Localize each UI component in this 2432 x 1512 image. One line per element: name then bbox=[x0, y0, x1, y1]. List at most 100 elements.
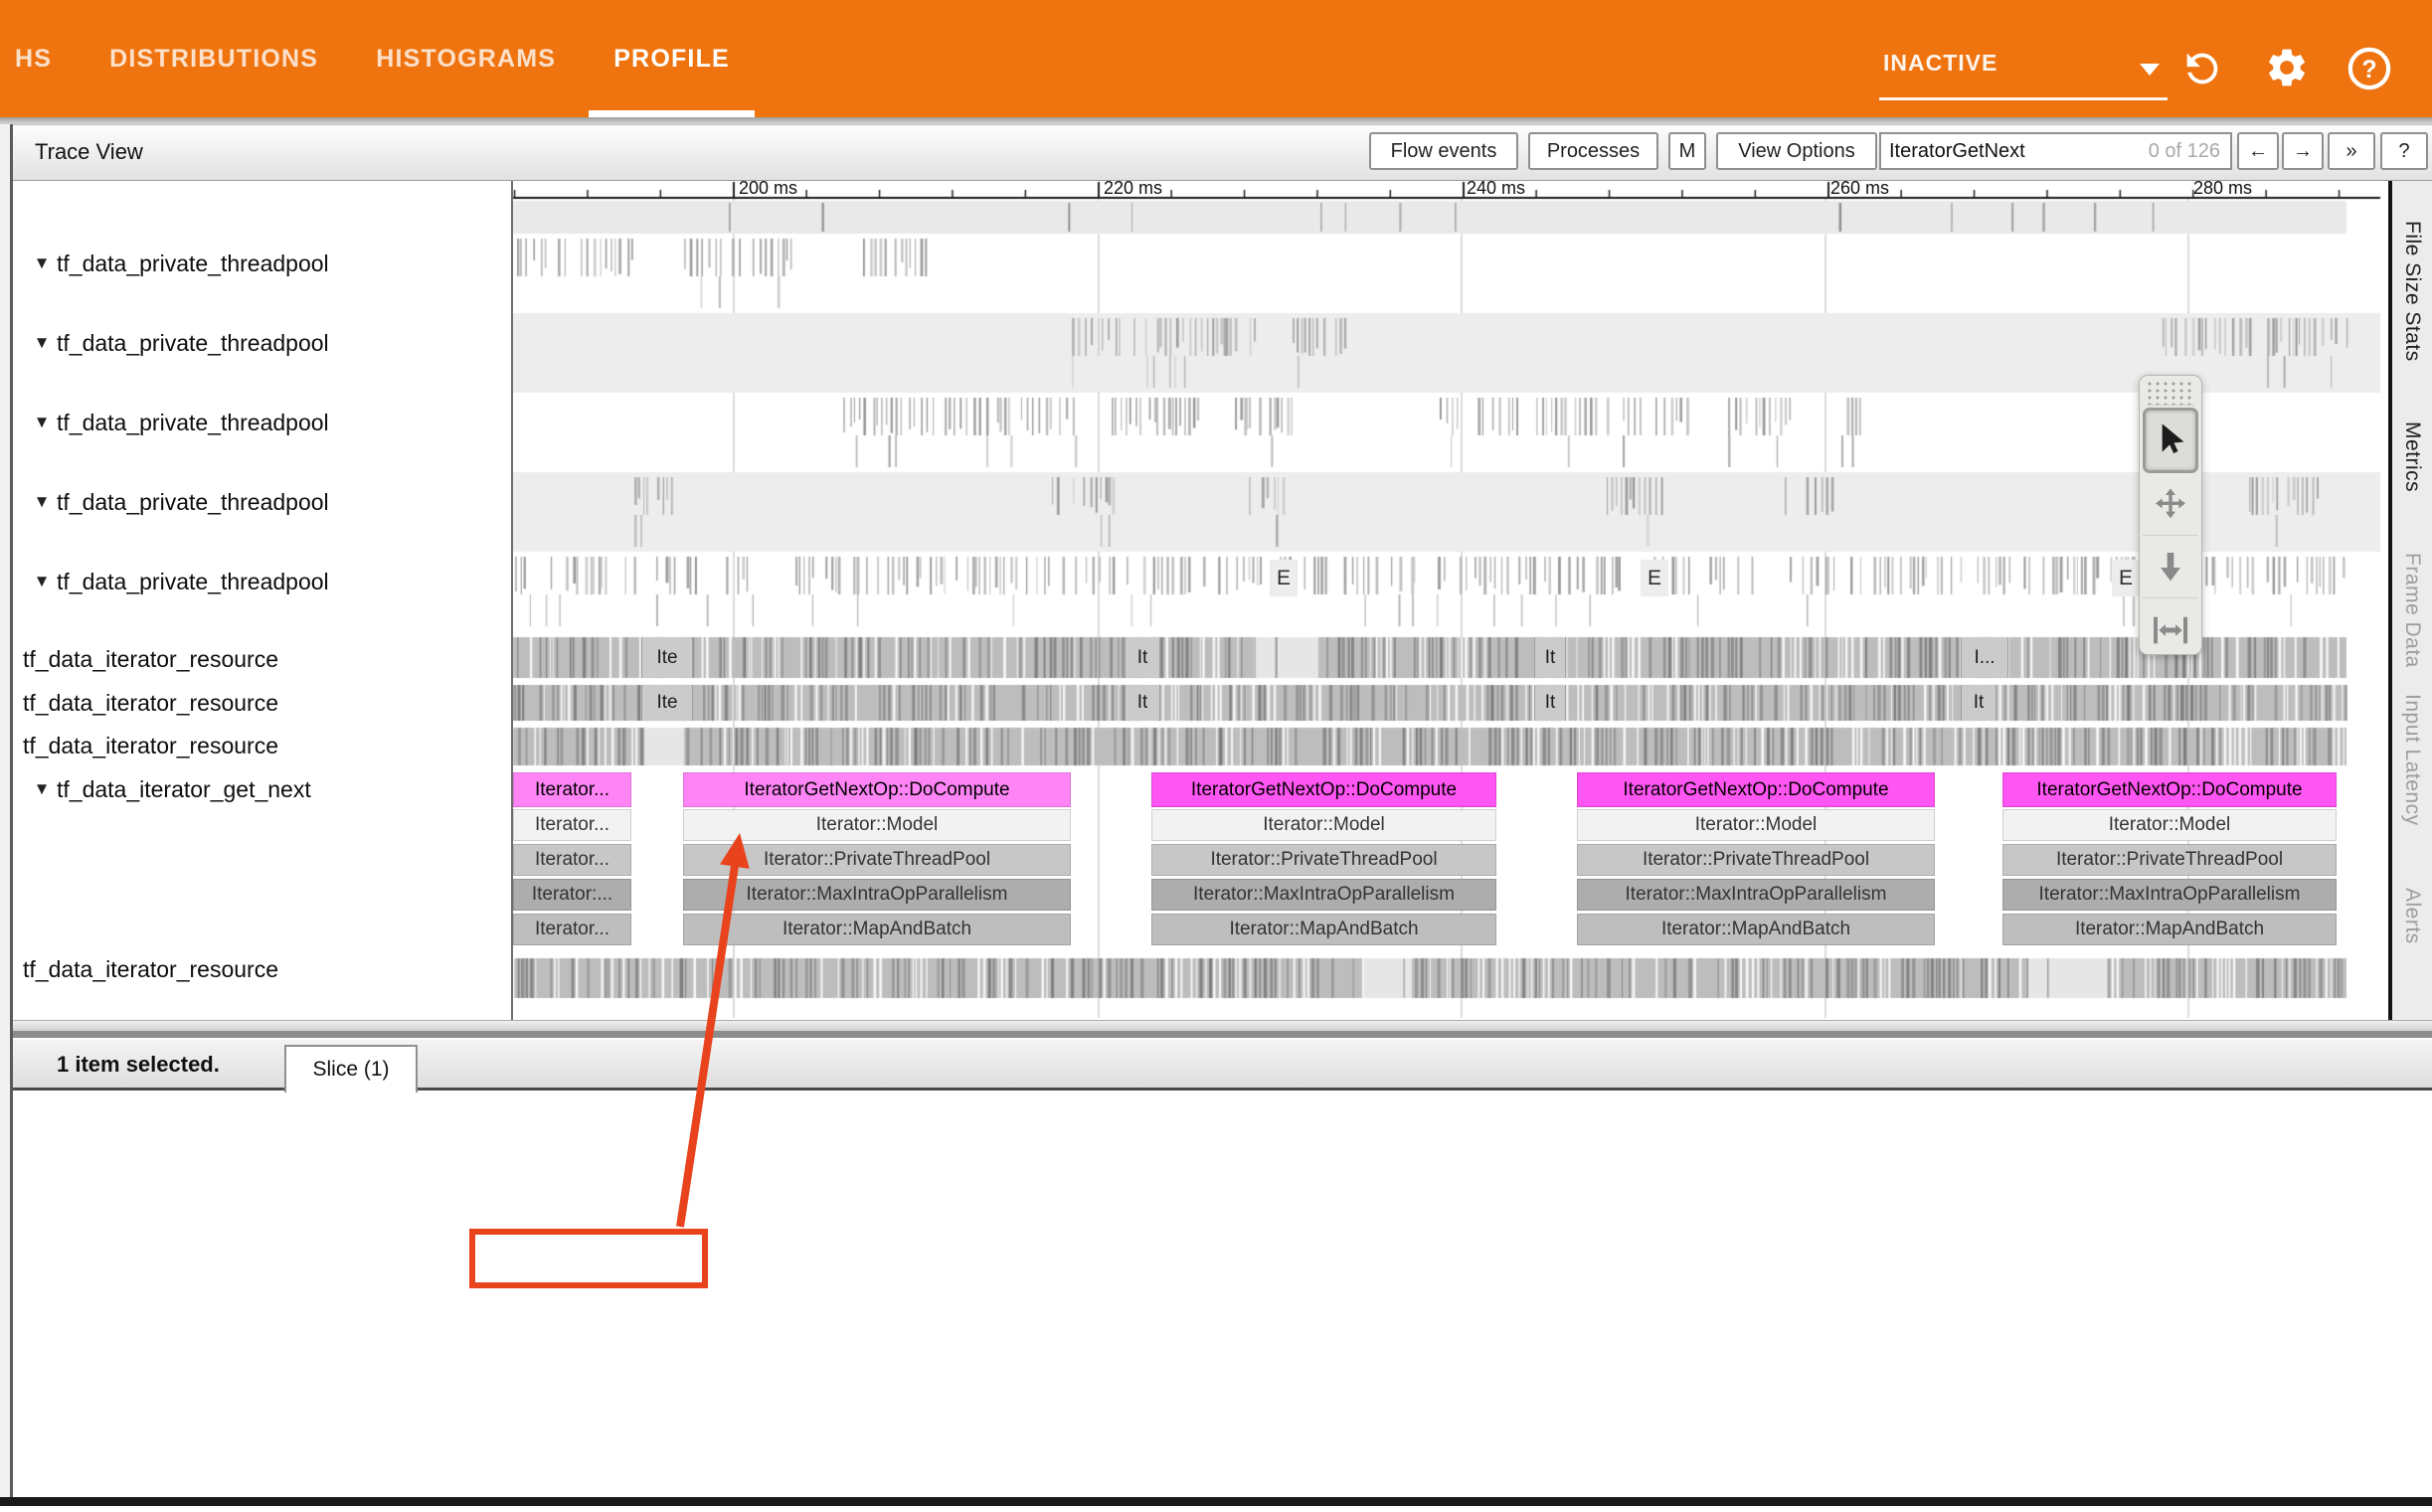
svg-text:?: ? bbox=[2361, 56, 2376, 84]
sidebar-track-tf-data-private-threadpool-3[interactable]: ▼tf_data_private_threadpool bbox=[13, 485, 510, 519]
ruler-tick-label: 240 ms bbox=[1467, 178, 1525, 199]
sidebar-track-tf-data-iterator-get-next-8[interactable]: ▼tf_data_iterator_get_next bbox=[13, 772, 510, 806]
sidebar-track-tf-data-iterator-resource-5[interactable]: tf_data_iterator_resource bbox=[13, 642, 520, 676]
refresh-icon[interactable] bbox=[2179, 46, 2225, 91]
zoom-tool-icon[interactable] bbox=[2143, 538, 2198, 598]
ruler-tick-label: 280 ms bbox=[2193, 178, 2252, 199]
slice-iterator-model-1[interactable]: Iterator::Model bbox=[683, 809, 1071, 841]
sidebar-track-tf-data-private-threadpool-4[interactable]: ▼tf_data_private_threadpool bbox=[13, 565, 510, 598]
resource-slice-label[interactable]: It bbox=[1125, 637, 1160, 678]
slice-iterator-maxintraopparallelism-3[interactable]: Iterator::MaxIntraOpParallelism bbox=[1577, 879, 1935, 911]
event-marker[interactable]: E bbox=[1641, 560, 1668, 596]
right-tab-frame-data[interactable]: Frame Data bbox=[2400, 553, 2424, 668]
more-button[interactable]: » bbox=[2328, 132, 2375, 170]
search-result-count: 0 of 126 bbox=[2149, 140, 2220, 163]
slice-iterator-model-4[interactable]: Iterator::Model bbox=[2002, 809, 2337, 841]
selection-status: 1 item selected. bbox=[57, 1052, 220, 1078]
toolbar-button-view-options[interactable]: View Options bbox=[1716, 132, 1877, 170]
slice-iterator-0[interactable]: Iterator... bbox=[513, 914, 631, 945]
settings-icon[interactable] bbox=[2264, 45, 2310, 90]
slice-iterator-mapandbatch-2[interactable]: Iterator::MapAndBatch bbox=[1151, 914, 1496, 945]
slice-iterator-privatethreadpool-3[interactable]: Iterator::PrivateThreadPool bbox=[1577, 844, 1935, 876]
slice-iteratorgetnextop-docompute-3[interactable]: IteratorGetNextOp::DoCompute bbox=[1577, 772, 1935, 807]
right-tab-file-size-stats[interactable]: File Size Stats bbox=[2400, 221, 2424, 362]
resource-slice-label[interactable]: It bbox=[1125, 685, 1160, 721]
collapse-arrow-icon: ▼ bbox=[27, 779, 57, 799]
resource-slice-label[interactable]: Ite bbox=[641, 685, 693, 721]
slice-group-0: Iterator...Iterator...Iterator...Iterato… bbox=[513, 772, 631, 945]
tab-histograms[interactable]: HISTOGRAMS bbox=[347, 0, 585, 117]
slice-iteratorgetnextop-docompute-2[interactable]: IteratorGetNextOp::DoCompute bbox=[1151, 772, 1496, 807]
dropdown-caret-icon bbox=[2140, 64, 2160, 76]
slice-iterator-0[interactable]: Iterator... bbox=[513, 844, 631, 876]
resource-slice-label[interactable]: I... bbox=[1961, 637, 2008, 678]
sidebar-track-tf-data-iterator-resource-9[interactable]: tf_data_iterator_resource bbox=[13, 952, 520, 986]
slice-iterator-maxintraopparallelism-2[interactable]: Iterator::MaxIntraOpParallelism bbox=[1151, 879, 1496, 911]
collapse-arrow-icon: ▼ bbox=[27, 492, 57, 512]
ruler-tick-label: 260 ms bbox=[1830, 178, 1889, 199]
track-label: tf_data_private_threadpool bbox=[57, 489, 329, 516]
slice-iterator-privatethreadpool-1[interactable]: Iterator::PrivateThreadPool bbox=[683, 844, 1071, 876]
track-label: tf_data_private_threadpool bbox=[57, 330, 329, 357]
slice-iterator-privatethreadpool-2[interactable]: Iterator::PrivateThreadPool bbox=[1151, 844, 1496, 876]
tab-distributions[interactable]: DISTRIBUTIONS bbox=[81, 0, 347, 117]
slice-group-3: IteratorGetNextOp::DoComputeIterator::Mo… bbox=[1577, 772, 1935, 945]
slice-iterator-model-2[interactable]: Iterator::Model bbox=[1151, 809, 1496, 841]
find-next-button[interactable]: → bbox=[2282, 132, 2324, 170]
toolbar-button-processes[interactable]: Processes bbox=[1528, 132, 1658, 170]
sidebar-track-tf-data-private-threadpool-1[interactable]: ▼tf_data_private_threadpool bbox=[13, 326, 510, 360]
track-label: tf_data_iterator_resource bbox=[23, 646, 278, 673]
event-marker[interactable]: E bbox=[1270, 560, 1298, 596]
slice-iterator-mapandbatch-3[interactable]: Iterator::MapAndBatch bbox=[1577, 914, 1935, 945]
track-label: tf_data_iterator_resource bbox=[23, 690, 278, 717]
track-label: tf_data_private_threadpool bbox=[57, 569, 329, 595]
resource-slice-label[interactable]: It bbox=[1534, 685, 1566, 721]
palette-drag-handle[interactable] bbox=[2147, 381, 2194, 406]
slice-iteratorgetnextop-docompute-4[interactable]: IteratorGetNextOp::DoCompute bbox=[2002, 772, 2337, 807]
slice-group-4: IteratorGetNextOp::DoComputeIterator::Mo… bbox=[2002, 772, 2337, 945]
sidebar-track-tf-data-iterator-resource-6[interactable]: tf_data_iterator_resource bbox=[13, 686, 520, 720]
sidebar-track-tf-data-iterator-resource-7[interactable]: tf_data_iterator_resource bbox=[13, 729, 520, 762]
slice-iterator-privatethreadpool-4[interactable]: Iterator::PrivateThreadPool bbox=[2002, 844, 2337, 876]
slice-iterator-model-3[interactable]: Iterator::Model bbox=[1577, 809, 1935, 841]
slice-group-2: IteratorGetNextOp::DoComputeIterator::Mo… bbox=[1151, 772, 1496, 945]
slice-iterator-0[interactable]: Iterator:... bbox=[513, 879, 631, 911]
tab-profile[interactable]: PROFILE bbox=[585, 0, 759, 117]
ruler-tick-label: 200 ms bbox=[739, 178, 797, 199]
search-input[interactable]: IteratorGetNext 0 of 126 bbox=[1879, 132, 2232, 170]
collapse-arrow-icon: ▼ bbox=[27, 253, 57, 273]
slice-iterator-0[interactable]: Iterator... bbox=[513, 772, 631, 807]
right-tab-alerts[interactable]: Alerts bbox=[2400, 888, 2424, 944]
slice-iterator-maxintraopparallelism-4[interactable]: Iterator::MaxIntraOpParallelism bbox=[2002, 879, 2337, 911]
slice-iterator-maxintraopparallelism-1[interactable]: Iterator::MaxIntraOpParallelism bbox=[683, 879, 1071, 911]
profiler-app: HSDISTRIBUTIONSHISTOGRAMSPROFILE INACTIV… bbox=[0, 0, 2432, 1512]
resource-slice-label[interactable]: It bbox=[1961, 685, 1997, 721]
tool-palette bbox=[2139, 375, 2202, 655]
tab-slice[interactable]: Slice (1) bbox=[284, 1045, 418, 1092]
slice-iterator-mapandbatch-1[interactable]: Iterator::MapAndBatch bbox=[683, 914, 1071, 945]
right-tab-input-latency[interactable]: Input Latency bbox=[2400, 694, 2424, 826]
slice-iterator-mapandbatch-4[interactable]: Iterator::MapAndBatch bbox=[2002, 914, 2337, 945]
sidebar-track-tf-data-private-threadpool-2[interactable]: ▼tf_data_private_threadpool bbox=[13, 406, 510, 439]
tab-hs[interactable]: HS bbox=[0, 0, 81, 117]
timing-tool-icon[interactable] bbox=[2143, 600, 2198, 660]
trace-help-button[interactable]: ? bbox=[2380, 132, 2428, 170]
event-marker[interactable]: E bbox=[2112, 560, 2140, 596]
resource-slice-label[interactable]: It bbox=[1534, 637, 1566, 678]
sidebar-track-tf-data-private-threadpool-0[interactable]: ▼tf_data_private_threadpool bbox=[13, 247, 510, 280]
find-prev-button[interactable]: ← bbox=[2237, 132, 2279, 170]
toolbar-button-m[interactable]: M bbox=[1668, 132, 1706, 170]
help-icon[interactable]: ? bbox=[2346, 46, 2392, 91]
resource-slice-label[interactable]: Ite bbox=[641, 637, 693, 678]
slice-iteratorgetnextop-docompute-1[interactable]: IteratorGetNextOp::DoCompute bbox=[683, 772, 1071, 807]
slice-iterator-0[interactable]: Iterator... bbox=[513, 809, 631, 841]
right-tab-metrics[interactable]: Metrics bbox=[2400, 421, 2424, 492]
track-label: tf_data_private_threadpool bbox=[57, 410, 329, 436]
selection-tool-icon[interactable] bbox=[2143, 408, 2198, 473]
pan-tool-icon[interactable] bbox=[2143, 475, 2198, 536]
window-bottom-edge bbox=[0, 1497, 2432, 1506]
toolbar-button-flow-events[interactable]: Flow events bbox=[1369, 132, 1518, 170]
run-selector-dropdown[interactable]: INACTIVE bbox=[1879, 40, 2168, 100]
collapse-arrow-icon: ▼ bbox=[27, 333, 57, 353]
track-label: tf_data_iterator_get_next bbox=[57, 776, 311, 803]
